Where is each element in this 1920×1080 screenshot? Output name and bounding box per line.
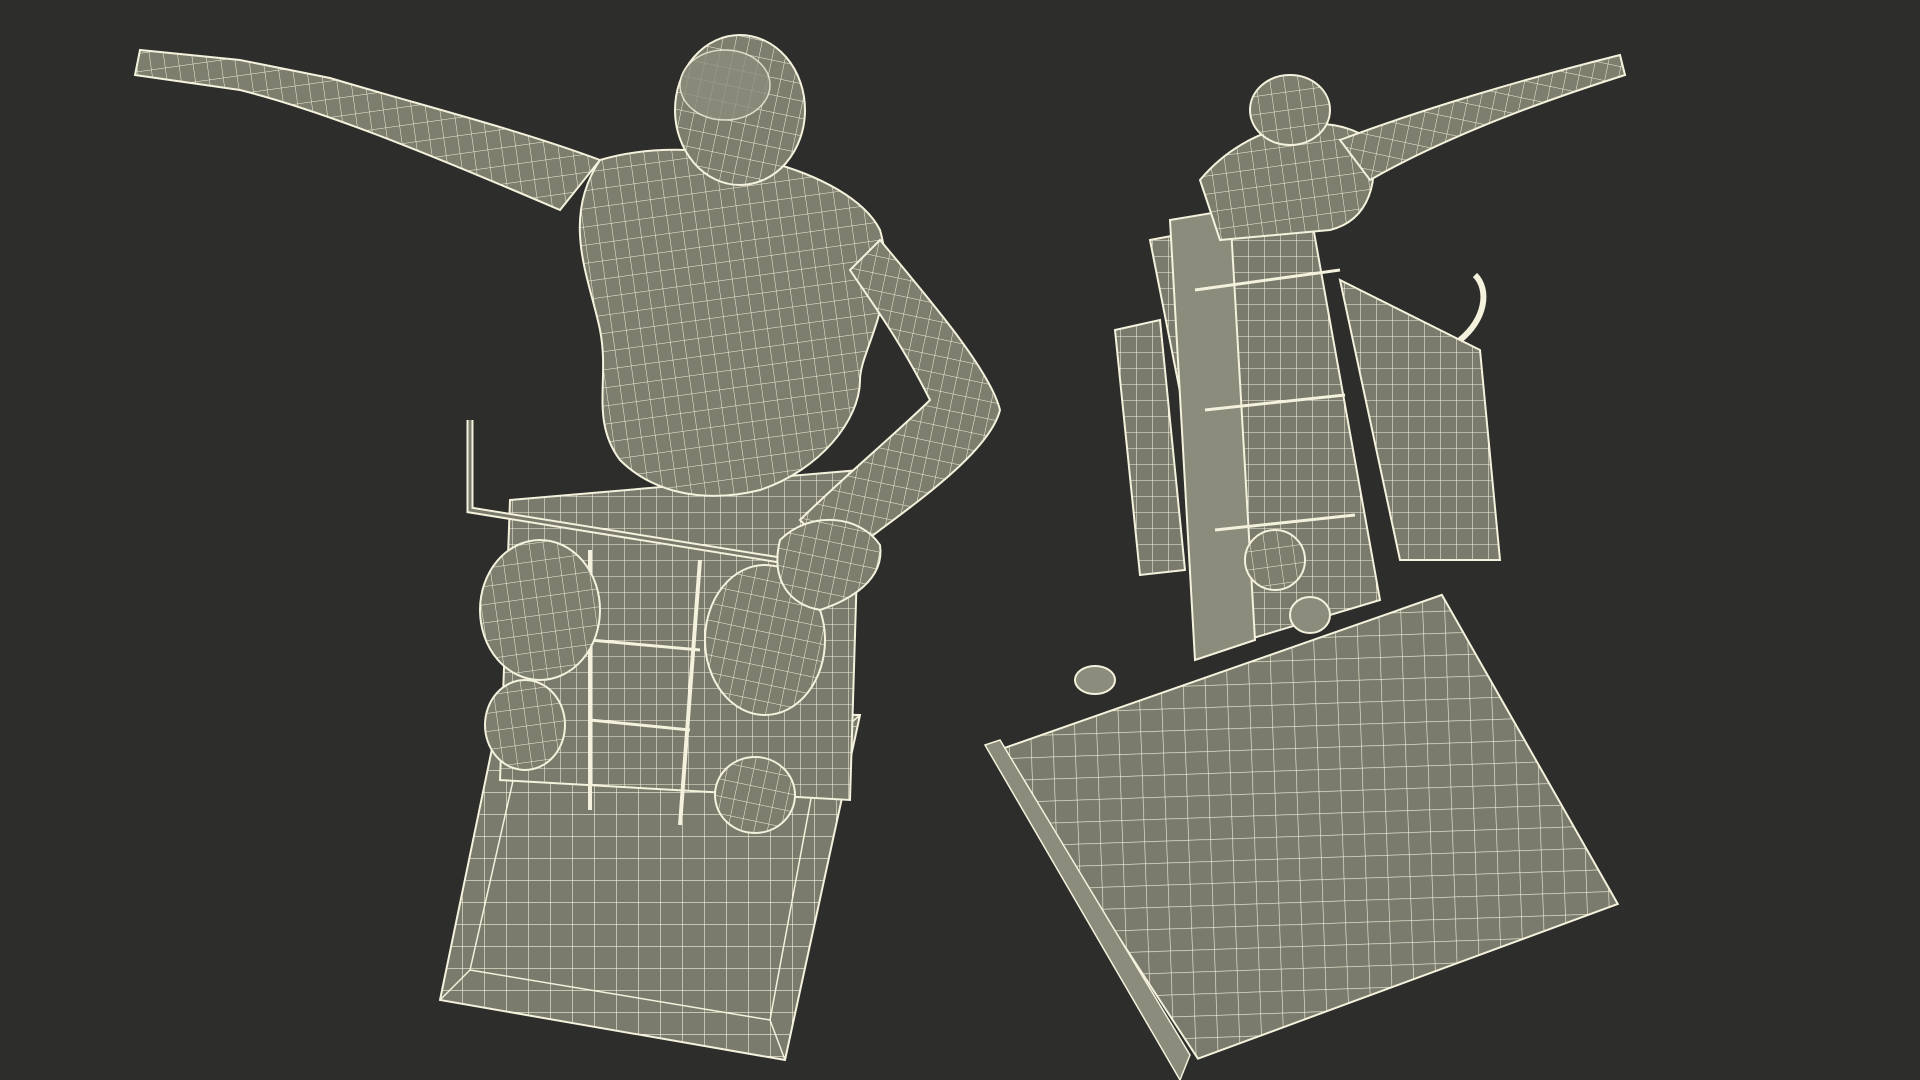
angled-view-model — [983, 53, 1627, 1080]
angled-view-base-ramp — [983, 593, 1620, 1080]
top-view-model — [133, 34, 1002, 1062]
angled-view-body — [1198, 53, 1627, 242]
render-viewport — [0, 0, 1920, 1080]
wireframe-scene — [133, 34, 1627, 1080]
